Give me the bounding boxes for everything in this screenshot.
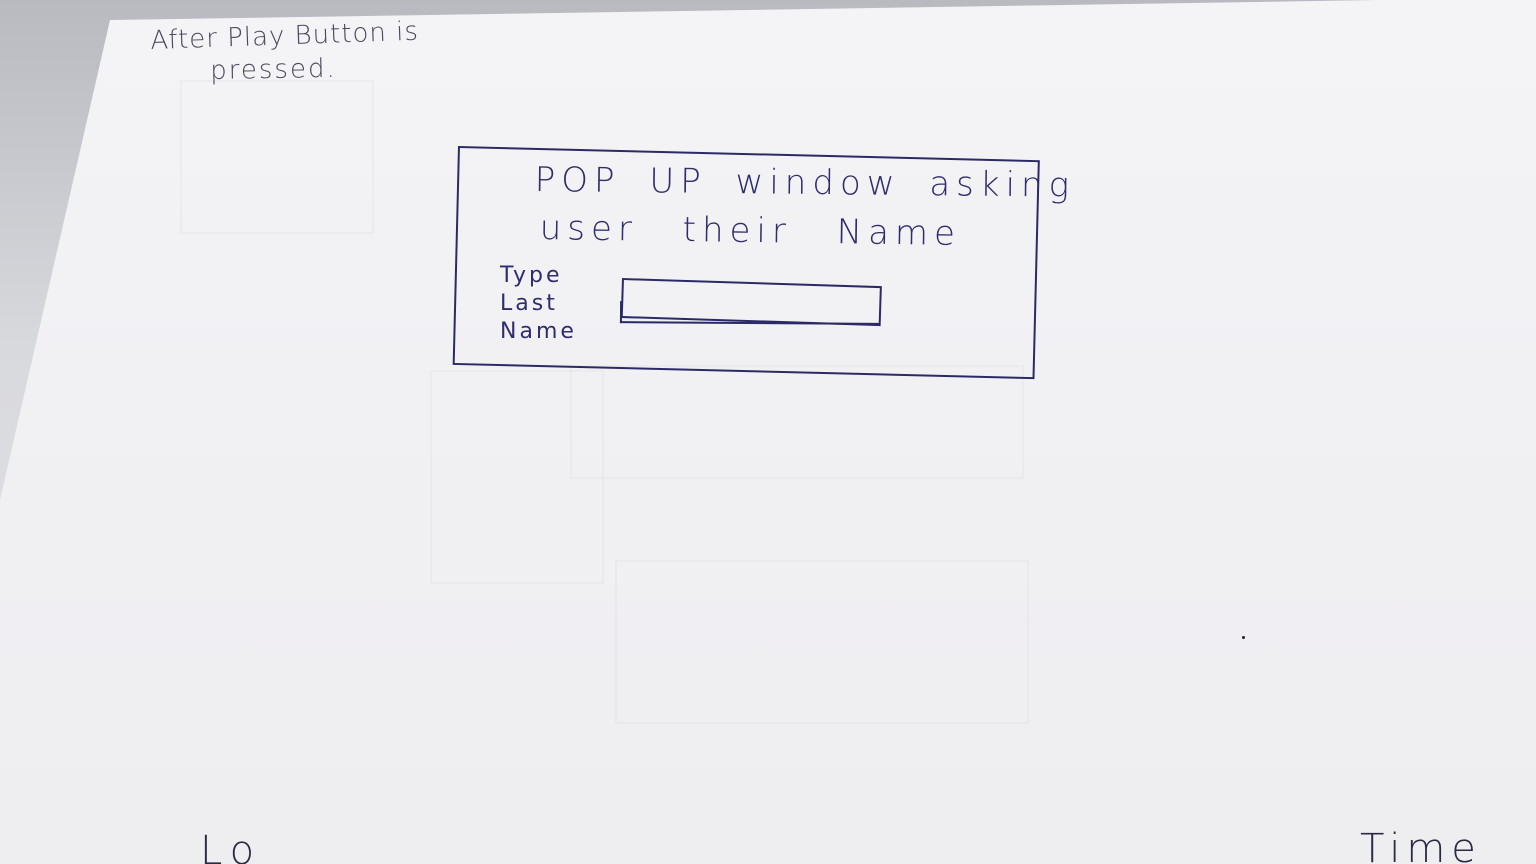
bleed-through-box xyxy=(180,80,374,234)
bleed-through-box xyxy=(430,370,604,584)
popup-title-line-2: user their Name xyxy=(539,208,962,254)
bottom-right-partial-text: Time xyxy=(1360,826,1482,864)
bottom-left-partial-text: Lo xyxy=(200,828,263,864)
ink-dot xyxy=(1242,636,1245,639)
photo-stage: After Play Button is pressed. POP UP win… xyxy=(0,0,1536,864)
bleed-through-box xyxy=(615,560,1029,724)
paper-sheet xyxy=(0,0,1536,864)
popup-title-line-1: POP UP window asking xyxy=(534,160,1076,206)
last-name-label: Type Last Name xyxy=(500,263,577,344)
bleed-through-box xyxy=(570,365,1024,479)
sketch-note-line-2: pressed. xyxy=(210,53,337,86)
input-underline xyxy=(619,301,881,325)
